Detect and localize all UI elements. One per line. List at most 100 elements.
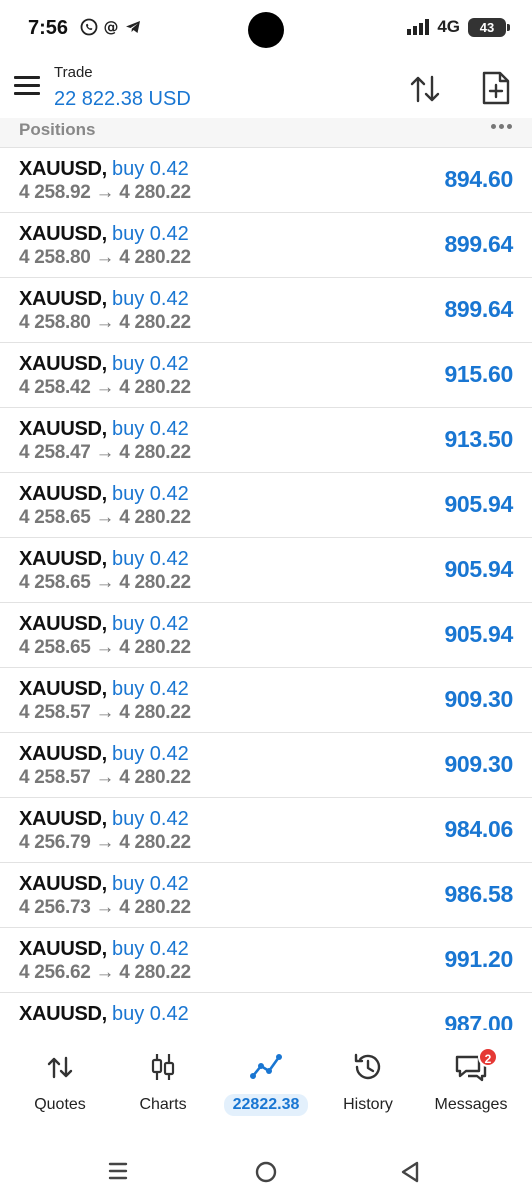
position-side-volume: buy 0.42	[112, 1003, 189, 1025]
position-symbol: XAUUSD,	[19, 808, 107, 830]
position-row[interactable]: XAUUSD, buy 0.42 4 256.73 → 4 280.22 986.58	[0, 863, 532, 928]
position-side-volume: buy 0.42	[112, 483, 189, 505]
position-prices: 4 256.79 → 4 280.22	[19, 832, 191, 853]
position-row[interactable]: XAUUSD, buy 0.42 987.00	[0, 993, 532, 1030]
position-side-volume: buy 0.42	[112, 353, 189, 375]
position-row[interactable]: XAUUSD, buy 0.42 4 258.57 → 4 280.22 909.30	[0, 733, 532, 798]
position-prices: 4 258.65 → 4 280.22	[19, 507, 191, 528]
position-side-volume: buy 0.42	[112, 223, 189, 245]
recents-icon[interactable]	[107, 1160, 129, 1187]
account-balance: 22 822.38 USD	[54, 88, 191, 110]
history-icon	[313, 1050, 423, 1084]
position-symbol: XAUUSD,	[19, 353, 107, 375]
home-icon[interactable]	[254, 1160, 278, 1189]
position-symbol: XAUUSD,	[19, 158, 107, 180]
new-order-icon[interactable]	[481, 70, 511, 106]
nav-history[interactable]: History	[313, 1050, 423, 1114]
nav-trade[interactable]: 22822.38	[211, 1050, 321, 1116]
position-row[interactable]: XAUUSD, buy 0.42 4 258.80 → 4 280.22 899.64	[0, 278, 532, 343]
svg-text:@: @	[104, 18, 119, 36]
back-icon[interactable]	[399, 1160, 421, 1189]
position-row[interactable]: XAUUSD, buy 0.42 4 258.65 → 4 280.22 905.94	[0, 538, 532, 603]
quotes-icon	[5, 1050, 115, 1084]
position-profit: 905.94	[444, 491, 513, 517]
position-symbol: XAUUSD,	[19, 613, 107, 635]
more-options-icon[interactable]	[491, 124, 512, 129]
position-row[interactable]: XAUUSD, buy 0.42 4 258.80 → 4 280.22 899.64	[0, 213, 532, 278]
position-profit: 986.58	[444, 881, 513, 907]
telegram-icon	[124, 18, 142, 36]
position-row[interactable]: XAUUSD, buy 0.42 4 256.79 → 4 280.22 984.06	[0, 798, 532, 863]
nav-history-label: History	[343, 1096, 393, 1113]
position-prices: 4 258.57 → 4 280.22	[19, 767, 191, 788]
position-profit: 915.60	[444, 361, 513, 387]
position-row[interactable]: XAUUSD, buy 0.42 4 258.57 → 4 280.22 909.30	[0, 668, 532, 733]
position-prices: 4 258.65 → 4 280.22	[19, 572, 191, 593]
position-side-volume: buy 0.42	[112, 548, 189, 570]
position-prices: 4 258.80 → 4 280.22	[19, 247, 191, 268]
nav-messages[interactable]: 2 Messages	[416, 1047, 526, 1114]
position-symbol: XAUUSD,	[19, 483, 107, 505]
whatsapp-icon	[80, 18, 98, 36]
status-bar: 7:56 @ 4G 43	[0, 0, 532, 58]
position-row[interactable]: XAUUSD, buy 0.42 4 258.65 → 4 280.22 905.94	[0, 473, 532, 538]
messages-icon	[416, 1050, 526, 1084]
position-side-volume: buy 0.42	[112, 418, 189, 440]
position-symbol: XAUUSD,	[19, 548, 107, 570]
position-profit: 913.50	[444, 426, 513, 452]
app-header: Trade 22 822.38 USD	[0, 58, 532, 124]
position-symbol: XAUUSD,	[19, 418, 107, 440]
position-prices: 4 258.47 → 4 280.22	[19, 442, 191, 463]
position-profit: 899.64	[444, 231, 513, 257]
position-profit: 987.00	[444, 1011, 513, 1030]
battery-icon: 43	[468, 17, 510, 37]
position-side-volume: buy 0.42	[112, 873, 189, 895]
nav-quotes[interactable]: Quotes	[5, 1050, 115, 1114]
position-row[interactable]: XAUUSD, buy 0.42 4 258.92 → 4 280.22 894.60	[0, 148, 532, 213]
nav-quotes-label: Quotes	[34, 1096, 86, 1113]
sort-icon[interactable]	[408, 72, 442, 106]
position-row[interactable]: XAUUSD, buy 0.42 4 258.47 → 4 280.22 913.50	[0, 408, 532, 473]
position-side-volume: buy 0.42	[112, 938, 189, 960]
positions-list[interactable]: XAUUSD, buy 0.42 4 258.92 → 4 280.22 894.60…	[0, 148, 532, 1030]
position-profit: 894.60	[444, 166, 513, 192]
nav-charts-label: Charts	[139, 1096, 187, 1113]
position-prices: 4 258.92 → 4 280.22	[19, 182, 191, 203]
position-row[interactable]: XAUUSD, buy 0.42 4 258.42 → 4 280.22 915.60	[0, 343, 532, 408]
position-profit: 905.94	[444, 556, 513, 582]
position-side-volume: buy 0.42	[112, 743, 189, 765]
position-symbol: XAUUSD,	[19, 1003, 107, 1025]
position-prices: 4 258.57 → 4 280.22	[19, 702, 191, 723]
positions-label: Positions	[19, 120, 96, 139]
position-row[interactable]: XAUUSD, buy 0.42 4 256.62 → 4 280.22 991.20	[0, 928, 532, 993]
position-profit: 899.64	[444, 296, 513, 322]
positions-section-header: Positions	[0, 118, 532, 148]
bottom-navigation: Quotes Charts 22822.38 History 2 Message…	[0, 1030, 532, 1140]
position-prices: 4 256.62 → 4 280.22	[19, 962, 191, 983]
position-symbol: XAUUSD,	[19, 873, 107, 895]
menu-icon[interactable]	[14, 76, 40, 96]
trade-line-icon	[211, 1050, 321, 1084]
network-type: 4G	[437, 17, 460, 36]
status-right: 4G 43	[407, 17, 510, 37]
system-navigation-bar	[0, 1140, 532, 1200]
position-symbol: XAUUSD,	[19, 743, 107, 765]
position-row[interactable]: XAUUSD, buy 0.42 4 258.65 → 4 280.22 905.94	[0, 603, 532, 668]
nav-trade-label: 22822.38	[223, 1094, 309, 1116]
signal-icon	[407, 19, 430, 35]
position-side-volume: buy 0.42	[112, 288, 189, 310]
position-symbol: XAUUSD,	[19, 678, 107, 700]
candlestick-chart-icon	[108, 1050, 218, 1084]
position-profit: 984.06	[444, 816, 513, 842]
position-side-volume: buy 0.42	[112, 158, 189, 180]
position-symbol: XAUUSD,	[19, 938, 107, 960]
position-profit: 909.30	[444, 686, 513, 712]
position-prices: 4 258.80 → 4 280.22	[19, 312, 191, 333]
nav-charts[interactable]: Charts	[108, 1050, 218, 1114]
position-side-volume: buy 0.42	[112, 613, 189, 635]
position-profit: 909.30	[444, 751, 513, 777]
position-symbol: XAUUSD,	[19, 288, 107, 310]
position-prices: 4 256.73 → 4 280.22	[19, 897, 191, 918]
position-prices: 4 258.42 → 4 280.22	[19, 377, 191, 398]
camera-cutout	[248, 12, 284, 48]
